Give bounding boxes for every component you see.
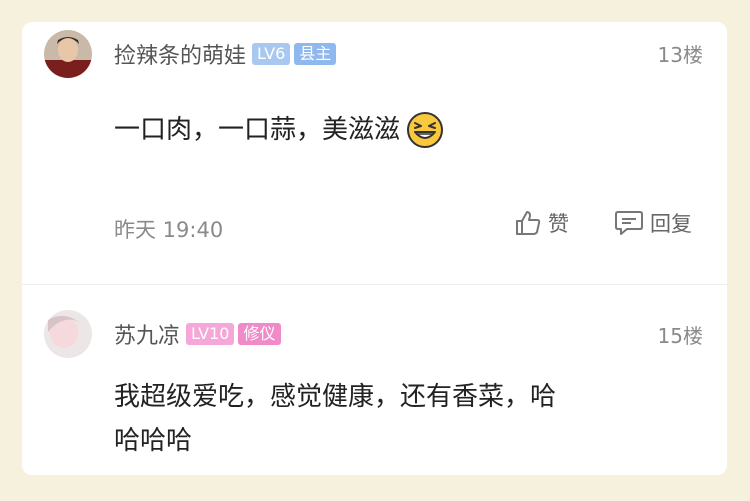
comment-time: 昨天 19:40: [114, 218, 224, 242]
avatar[interactable]: [44, 310, 92, 358]
comment-card-15: 苏九凉 LV10 修仪 15楼 我超级爱吃，感觉健康，还有香菜，哈 哈哈哈: [22, 285, 727, 475]
floor-number: 13楼: [657, 43, 703, 67]
comment-bubble-icon: [615, 211, 643, 235]
reply-button[interactable]: 回复: [614, 208, 692, 238]
comment-text: 一口肉，一口蒜，美滋滋: [114, 115, 401, 145]
title-badge: 修仪: [238, 323, 281, 345]
avatar[interactable]: [44, 30, 92, 78]
username[interactable]: 苏九凉: [114, 318, 180, 350]
laughing-emoji-icon: [406, 111, 444, 149]
comment-card-13: 捡辣条的萌娃 LV6 县主 13楼 一口肉，一口蒜，美滋滋 昨天 19:40 赞: [22, 22, 727, 284]
thumbs-up-icon: [516, 211, 541, 235]
comment-text-line-2: 哈哈哈: [114, 426, 193, 456]
reply-label: 回复: [650, 212, 692, 236]
username[interactable]: 捡辣条的萌娃: [114, 38, 246, 70]
level-badge: LV10: [186, 323, 235, 345]
comment-content: 我超级爱吃，感觉健康，还有香菜，哈 哈哈哈: [114, 375, 556, 463]
user-info: 捡辣条的萌娃 LV6 县主: [114, 39, 340, 69]
user-info: 苏九凉 LV10 修仪: [114, 319, 285, 349]
comment-text-line-1: 我超级爱吃，感觉健康，还有香菜，哈: [114, 382, 557, 412]
title-badge: 县主: [294, 43, 337, 65]
like-label: 赞: [548, 212, 569, 236]
like-button[interactable]: 赞: [514, 208, 569, 238]
comment-content: 一口肉，一口蒜，美滋滋: [114, 108, 444, 152]
level-badge: LV6: [252, 43, 291, 65]
floor-number: 15楼: [657, 324, 703, 348]
